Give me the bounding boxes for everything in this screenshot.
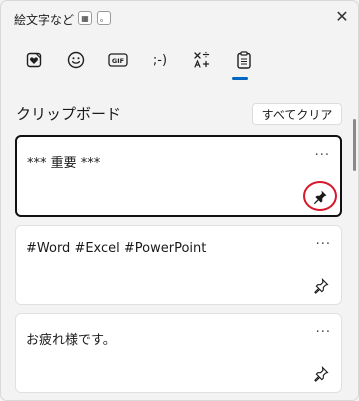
japanese-period-icon[interactable]: 。 <box>97 11 111 25</box>
tab-text-emoticon[interactable]: ;-) <box>143 44 177 76</box>
tab-symbols[interactable] <box>185 44 219 76</box>
panel-title: 絵文字など <box>14 13 75 27</box>
clipboard-icon <box>237 51 251 69</box>
more-options-button[interactable]: ··· <box>315 148 330 163</box>
svg-text:GIF: GIF <box>112 57 124 65</box>
tab-emoji[interactable] <box>59 44 93 76</box>
tab-kaomoji-heart[interactable] <box>17 44 51 76</box>
heart-sticker-icon <box>26 52 42 68</box>
pin-outline-icon[interactable] <box>313 278 329 294</box>
clipboard-item-text: #Word #Excel #PowerPoint <box>26 241 207 256</box>
symbols-icon <box>194 51 210 68</box>
clear-all-button[interactable]: すべてクリア <box>252 103 342 125</box>
pin-outline-icon[interactable] <box>313 366 329 382</box>
clipboard-item[interactable]: #Word #Excel #PowerPoint ··· <box>15 225 342 305</box>
clipboard-item[interactable]: お疲れ様です。 ··· <box>15 313 342 393</box>
active-tab-indicator <box>232 77 248 80</box>
clipboard-item[interactable]: *** 重要 *** ··· <box>15 135 342 217</box>
clipboard-item-text: お疲れ様です。 <box>26 333 116 348</box>
keyboard-grid-icon[interactable]: ▦ <box>78 11 92 25</box>
clipboard-item-text: *** 重要 *** <box>27 156 101 171</box>
close-icon: ✕ <box>335 6 349 26</box>
scrollbar[interactable] <box>353 119 356 171</box>
emoticon-icon: ;-) <box>152 52 168 68</box>
tab-gif[interactable]: GIF <box>101 44 135 76</box>
more-options-button[interactable]: ··· <box>316 237 331 252</box>
emoji-panel-window: 絵文字など ▦ 。 ✕ GIF ;-) クリップボード すべてクリア *** 重… <box>0 0 359 401</box>
section-title: クリップボード <box>16 105 122 123</box>
gif-icon: GIF <box>108 53 128 67</box>
tab-clipboard[interactable] <box>227 44 261 76</box>
highlight-circle <box>303 181 337 211</box>
more-options-button[interactable]: ··· <box>316 325 331 340</box>
close-button[interactable]: ✕ <box>331 5 353 27</box>
smiley-icon <box>67 51 85 69</box>
category-tabs: GIF ;-) <box>17 44 267 78</box>
